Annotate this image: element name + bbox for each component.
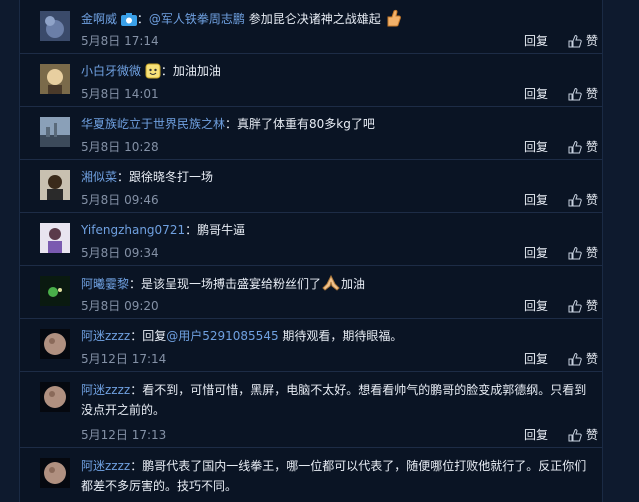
colon: ： bbox=[130, 459, 143, 473]
like-button[interactable]: 赞 bbox=[568, 85, 598, 102]
avatar[interactable] bbox=[40, 170, 70, 200]
comment-text: 鹏哥代表了国内一线拳王，哪一位都可以代表了，随便哪位打败他就行了。反正你们都差不… bbox=[81, 459, 587, 493]
comment-item: 小白牙微微 ：加油加油 5月8日 14:01 回复 赞 bbox=[20, 53, 602, 107]
user-name[interactable]: Yifengzhang0721 bbox=[81, 223, 185, 237]
comment-body: 金啊威 ：@军人铁拳周志鹏 参加昆仑决诸神之战雄起 bbox=[81, 9, 596, 33]
user-name[interactable]: 阿迷zzzz bbox=[81, 383, 130, 397]
comment-item: 阿迷zzzz：鹏哥代表了国内一线拳王，哪一位都可以代表了，随便哪位打败他就行了。… bbox=[20, 447, 602, 502]
thumbs-up-icon bbox=[568, 428, 586, 442]
user-name[interactable]: 阿曦霎黎 bbox=[81, 277, 129, 291]
like-button[interactable]: 赞 bbox=[568, 350, 598, 367]
colon: ： bbox=[129, 277, 142, 291]
timestamp: 5月8日 14:01 bbox=[81, 87, 159, 101]
mention-link[interactable]: @军人铁拳周志鹏 bbox=[149, 12, 245, 26]
comment-item: 金啊威 ：@军人铁拳周志鹏 参加昆仑决诸神之战雄起 5月8日 17:14 回复 … bbox=[20, 0, 602, 54]
timestamp: 5月8日 17:14 bbox=[81, 34, 159, 48]
comment-item: 阿迷zzzz：回复@用户5291085545 期待观看，期待眼福。 5月12日 … bbox=[20, 318, 602, 372]
reply-button[interactable]: 回复 bbox=[524, 85, 548, 102]
timestamp: 5月8日 09:34 bbox=[81, 246, 159, 260]
comment-item: 阿迷zzzz：看不到，可惜可惜，黑屏，电脑不太好。想看看帅气的鹏哥的脸变成郭德纲… bbox=[20, 371, 602, 448]
like-button[interactable]: 赞 bbox=[568, 32, 598, 49]
avatar[interactable] bbox=[40, 117, 70, 147]
timestamp: 5月12日 17:13 bbox=[81, 428, 167, 442]
timestamp: 5月8日 09:20 bbox=[81, 299, 159, 313]
comment-item: 华夏族屹立于世界民族之林：真胖了体重有80多kg了吧 5月8日 10:28 回复… bbox=[20, 106, 602, 160]
colon: ： bbox=[160, 64, 173, 78]
colon: ： bbox=[136, 12, 149, 26]
comment-panel: 金啊威 ：@军人铁拳周志鹏 参加昆仑决诸神之战雄起 5月8日 17:14 回复 … bbox=[19, 0, 603, 502]
colon: ： bbox=[130, 329, 143, 343]
avatar[interactable] bbox=[40, 64, 70, 94]
reply-button[interactable]: 回复 bbox=[524, 32, 548, 49]
reply-button[interactable]: 回复 bbox=[524, 426, 548, 443]
avatar[interactable] bbox=[40, 276, 70, 306]
comment-text: 加油加油 bbox=[172, 64, 221, 78]
camera-badge-icon bbox=[120, 13, 137, 33]
comment-text: 鹏哥牛逼 bbox=[197, 223, 246, 237]
comment-text: 是该呈现一场搏击盛宴给粉丝们了 bbox=[141, 277, 322, 291]
comment-item: 阿曦霎黎：是该呈现一场搏击盛宴给粉丝们了 加油 5月8日 09:20 回复 赞 bbox=[20, 265, 602, 319]
avatar[interactable] bbox=[40, 329, 70, 359]
comment-body: 阿迷zzzz：看不到，可惜可惜，黑屏，电脑不太好。想看看帅气的鹏哥的脸变成郭德纲… bbox=[81, 380, 596, 420]
timestamp: 5月12日 17:14 bbox=[81, 352, 167, 366]
comment-item: Yifengzhang0721：鹏哥牛逼 5月8日 09:34 回复 赞 bbox=[20, 212, 602, 266]
thumbs-up-icon bbox=[568, 352, 586, 366]
like-button[interactable]: 赞 bbox=[568, 244, 598, 261]
timestamp: 5月8日 09:46 bbox=[81, 193, 159, 207]
comment-text: 跟徐晓冬打一场 bbox=[129, 170, 214, 184]
pray-emoji bbox=[321, 274, 341, 298]
comment-body: 华夏族屹立于世界民族之林：真胖了体重有80多kg了吧 bbox=[81, 115, 596, 134]
colon: ： bbox=[185, 223, 198, 237]
colon: ： bbox=[130, 383, 143, 397]
thumbs-up-icon bbox=[568, 193, 586, 207]
avatar[interactable] bbox=[40, 382, 70, 412]
user-name[interactable]: 湘似菜 bbox=[81, 170, 117, 184]
colon: ： bbox=[117, 170, 130, 184]
thumbs-up-emoji bbox=[385, 9, 401, 33]
user-name[interactable]: 小白牙微微 bbox=[81, 64, 141, 78]
comment-body: Yifengzhang0721：鹏哥牛逼 bbox=[81, 221, 596, 240]
like-button[interactable]: 赞 bbox=[568, 138, 598, 155]
thumbs-up-icon bbox=[568, 140, 586, 154]
avatar[interactable] bbox=[40, 223, 70, 253]
comment-body: 小白牙微微 ：加油加油 bbox=[81, 62, 596, 85]
like-button[interactable]: 赞 bbox=[568, 297, 598, 314]
comment-text: 期待观看，期待眼福。 bbox=[278, 329, 403, 343]
comment-text-tail: 加油 bbox=[341, 277, 366, 291]
user-name[interactable]: 阿迷zzzz bbox=[81, 329, 130, 343]
comment-body: 阿迷zzzz：回复@用户5291085545 期待观看，期待眼福。 bbox=[81, 327, 596, 346]
reply-button[interactable]: 回复 bbox=[524, 191, 548, 208]
user-name[interactable]: 华夏族屹立于世界民族之林 bbox=[81, 117, 225, 131]
comment-text: 参加昆仑决诸神之战雄起 bbox=[244, 12, 381, 26]
like-button[interactable]: 赞 bbox=[568, 191, 598, 208]
comment-body: 阿迷zzzz：鹏哥代表了国内一线拳王，哪一位都可以代表了，随便哪位打败他就行了。… bbox=[81, 456, 596, 496]
reply-button[interactable]: 回复 bbox=[524, 297, 548, 314]
user-name[interactable]: 阿迷zzzz bbox=[81, 459, 130, 473]
smile-emoji bbox=[145, 63, 161, 85]
mention-link[interactable]: @用户5291085545 bbox=[166, 329, 278, 343]
comment-body: 湘似菜：跟徐晓冬打一场 bbox=[81, 168, 596, 187]
thumbs-up-icon bbox=[568, 299, 586, 313]
colon: ： bbox=[225, 117, 238, 131]
avatar[interactable] bbox=[40, 11, 70, 41]
user-name[interactable]: 金啊威 bbox=[81, 12, 117, 26]
thumbs-up-icon bbox=[568, 34, 586, 48]
like-button[interactable]: 赞 bbox=[568, 426, 598, 443]
reply-button[interactable]: 回复 bbox=[524, 244, 548, 261]
thumbs-up-icon bbox=[568, 87, 586, 101]
comment-text: 看不到，可惜可惜，黑屏，电脑不太好。想看看帅气的鹏哥的脸变成郭德纲。只看到没点开… bbox=[81, 383, 587, 417]
comment-item: 湘似菜：跟徐晓冬打一场 5月8日 09:46 回复 赞 bbox=[20, 159, 602, 213]
comment-body: 阿曦霎黎：是该呈现一场搏击盛宴给粉丝们了 加油 bbox=[81, 274, 596, 298]
thumbs-up-icon bbox=[568, 246, 586, 260]
reply-button[interactable]: 回复 bbox=[524, 350, 548, 367]
reply-button[interactable]: 回复 bbox=[524, 138, 548, 155]
avatar[interactable] bbox=[40, 458, 70, 488]
timestamp: 5月8日 10:28 bbox=[81, 140, 159, 154]
comment-text: 真胖了体重有80多kg了吧 bbox=[237, 117, 375, 131]
reply-prefix: 回复 bbox=[142, 329, 167, 343]
